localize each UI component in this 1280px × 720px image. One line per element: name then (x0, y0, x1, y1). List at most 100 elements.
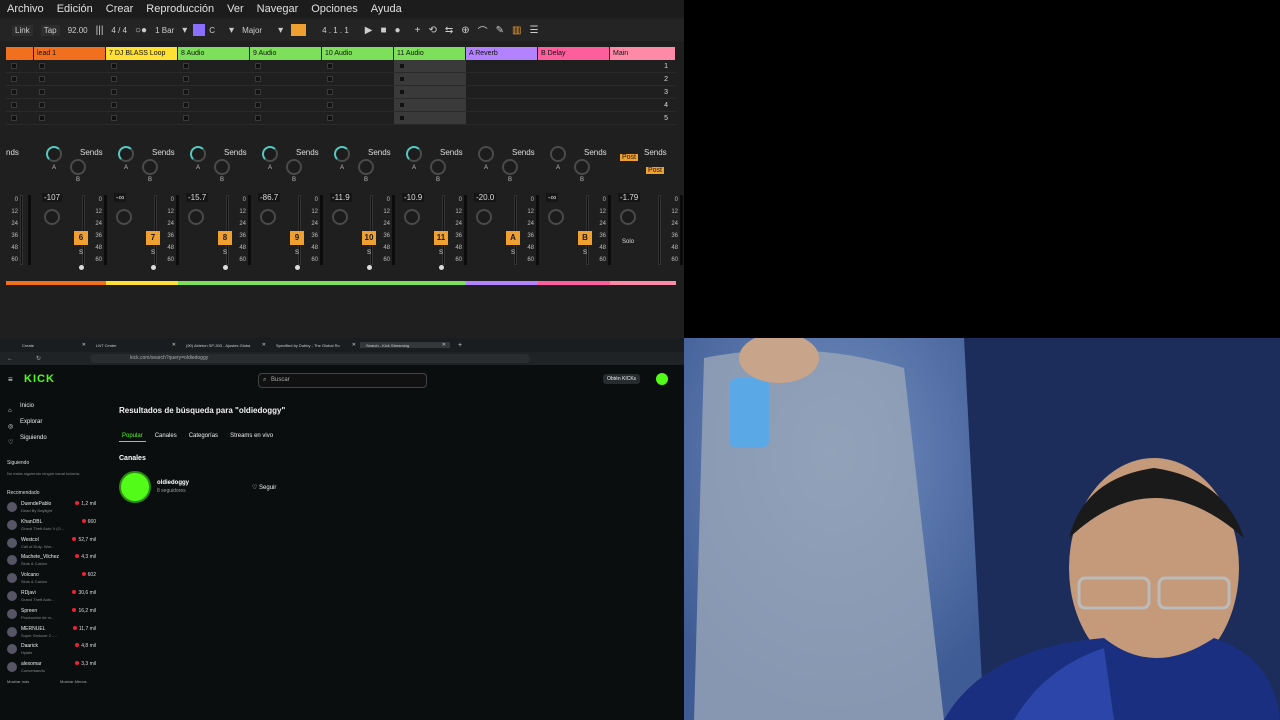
clip-stop-icon[interactable] (255, 89, 261, 95)
dropdown-icon[interactable]: ▾ (182, 25, 187, 36)
clip-slot[interactable] (250, 99, 322, 112)
volume-readout[interactable]: -20.0 (474, 193, 497, 202)
clip-slot[interactable] (178, 60, 250, 73)
nav-siguiendo[interactable]: ♡ Siguiendo (0, 430, 100, 446)
tempo-field[interactable]: 92.00 (68, 26, 88, 35)
clip-slot[interactable] (250, 112, 322, 125)
clip-stop-icon[interactable] (11, 115, 17, 121)
track-header[interactable]: 7 DJ BLASS Loop (106, 47, 178, 60)
arm-button[interactable] (367, 265, 372, 270)
pan-knob[interactable] (260, 209, 276, 225)
menu-archivo[interactable]: Archivo (7, 3, 44, 15)
post-button[interactable]: Post (646, 167, 665, 174)
tab-lnt-center[interactable]: LNT Center ✕ (90, 342, 180, 348)
clip-slot[interactable] (34, 99, 106, 112)
quantization-select[interactable]: 1 Bar (155, 26, 174, 35)
channel-name[interactable]: oldiedoggy (157, 480, 189, 486)
volume-readout[interactable]: -∞ (114, 193, 127, 202)
volume-fader[interactable] (658, 195, 661, 265)
key-select[interactable]: C (209, 26, 215, 35)
dropdown-icon[interactable]: ▾ (229, 25, 234, 36)
post-button[interactable]: Post (620, 154, 639, 161)
clip-stop-icon[interactable] (399, 102, 405, 108)
pan-knob[interactable] (620, 209, 636, 225)
clip-slot[interactable] (106, 112, 178, 125)
track-header[interactable]: 9 Audio (250, 47, 322, 60)
clip-slot[interactable] (394, 86, 466, 99)
send-a-knob[interactable] (190, 146, 206, 162)
track-activator-button[interactable]: 6 (74, 231, 88, 245)
clip-slot[interactable] (106, 86, 178, 99)
pan-knob[interactable] (188, 209, 204, 225)
recommended-channel[interactable]: DuendePablo Dead By Daylight 1,2 mil (0, 499, 100, 517)
stop-icon[interactable]: ■ (381, 25, 387, 36)
nav-inicio[interactable]: ⌂ Inicio (0, 398, 100, 414)
clip-slot[interactable] (394, 112, 466, 125)
back-icon[interactable]: ← (7, 356, 13, 362)
recommended-channel[interactable]: Spreen Producción de m... 16,2 mil (0, 606, 100, 624)
clip-slot[interactable] (394, 99, 466, 112)
filter-tab-categorias[interactable]: Categorías (186, 431, 221, 442)
clip-stop-icon[interactable] (11, 76, 17, 82)
volume-readout[interactable]: -15.7 (186, 193, 209, 202)
track-header[interactable]: A Reverb (466, 47, 538, 60)
track-activator-button[interactable]: 8 (218, 231, 232, 245)
send-b-knob[interactable] (142, 159, 158, 175)
automation-icon[interactable]: ⌒ (478, 23, 488, 38)
scene-launch[interactable]: 1 (614, 60, 676, 73)
volume-readout[interactable]: -10.9 (402, 193, 425, 202)
recommended-channel[interactable]: Westcol Call of Duty: War... 52,7 mil (0, 535, 100, 553)
send-a-knob[interactable] (478, 146, 494, 162)
link-button[interactable]: Link (12, 24, 33, 36)
send-b-knob[interactable] (214, 159, 230, 175)
clip-slot[interactable] (34, 60, 106, 73)
clip-slot[interactable] (250, 86, 322, 99)
send-a-knob[interactable] (118, 146, 134, 162)
dropdown-icon[interactable]: ▾ (278, 25, 283, 36)
track-activator-button[interactable]: 7 (146, 231, 160, 245)
clip-slot[interactable] (6, 86, 34, 99)
arm-button[interactable] (223, 265, 228, 270)
search-input[interactable]: ⌕ Buscar (258, 373, 427, 388)
track-activator-button[interactable]: 11 (434, 231, 448, 245)
clip-slot[interactable] (538, 86, 610, 99)
clip-slot[interactable] (322, 60, 394, 73)
arm-button[interactable] (439, 265, 444, 270)
solo-button[interactable]: S (79, 250, 83, 256)
clip-slot[interactable] (466, 86, 538, 99)
clip-stop-icon[interactable] (11, 102, 17, 108)
close-icon[interactable]: ✕ (262, 342, 266, 348)
scale-mode-button[interactable] (193, 24, 206, 36)
time-signature[interactable]: 4 / 4 (111, 26, 127, 35)
solo-button[interactable]: S (511, 250, 515, 256)
volume-readout[interactable]: -11.9 (330, 193, 352, 202)
arrangement-view-icon[interactable]: ☰ (529, 25, 538, 36)
pan-knob[interactable] (404, 209, 420, 225)
solo-main-button[interactable]: Solo (622, 239, 634, 245)
tab-kick-search[interactable]: Search - Kick Streaming ✕ (360, 342, 450, 348)
pan-knob[interactable] (44, 209, 60, 225)
send-b-knob[interactable] (574, 159, 590, 175)
pan-knob[interactable] (476, 209, 492, 225)
arm-button[interactable] (295, 265, 300, 270)
clip-slot[interactable] (106, 60, 178, 73)
metronome-bars-icon[interactable]: ||| (96, 25, 104, 36)
track-header[interactable]: B Delay (538, 47, 610, 60)
solo-button[interactable]: S (295, 250, 299, 256)
clip-stop-icon[interactable] (111, 76, 117, 82)
clip-slot[interactable] (34, 112, 106, 125)
loop-icon[interactable]: ⟲ (428, 25, 436, 36)
track-activator-button[interactable]: 10 (362, 231, 376, 245)
show-more-link[interactable]: Mostrar más (7, 679, 29, 684)
recommended-channel[interactable]: Volcano Slots & Casino 602 (0, 570, 100, 588)
show-less-link[interactable]: Mostrar Menos (60, 679, 87, 684)
menu-reproduccion[interactable]: Reproducción (146, 3, 214, 15)
clip-slot[interactable] (538, 73, 610, 86)
clip-slot[interactable] (178, 73, 250, 86)
clip-slot[interactable] (6, 112, 34, 125)
record-mode-icon[interactable]: ○● (135, 25, 147, 36)
clip-slot[interactable] (178, 86, 250, 99)
send-a-knob[interactable] (262, 146, 278, 162)
clip-slot[interactable] (106, 99, 178, 112)
volume-readout[interactable]: -∞ (546, 193, 559, 202)
